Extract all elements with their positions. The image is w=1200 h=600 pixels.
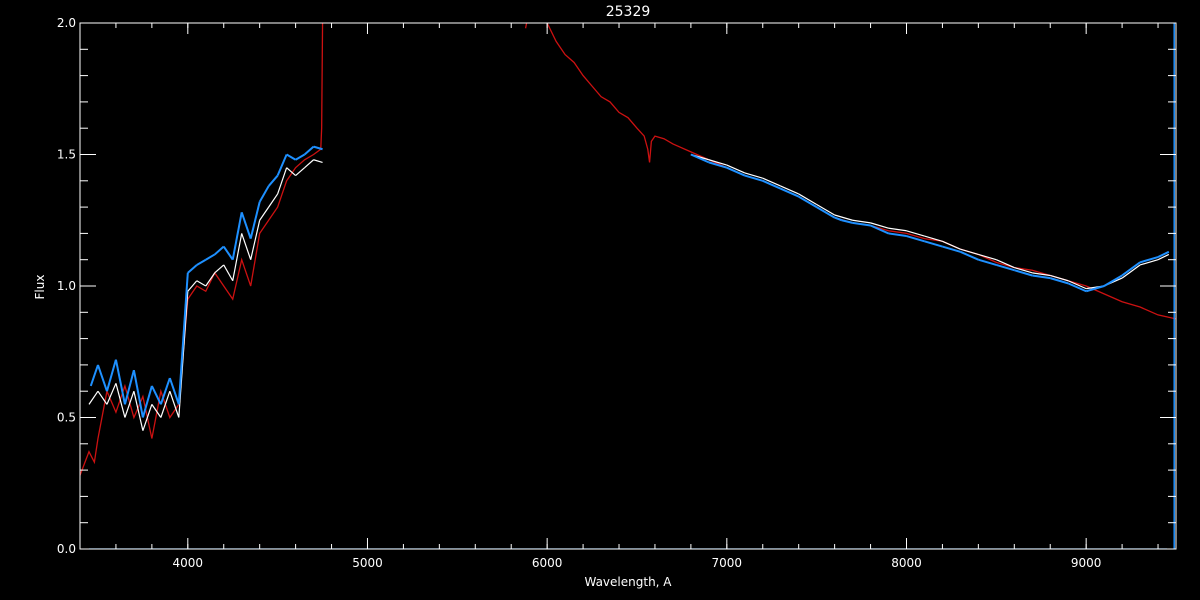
series-4-segment	[177, 272, 189, 405]
series-4-segment	[168, 377, 180, 405]
series-2-segment	[205, 272, 216, 287]
series-0-line	[80, 23, 324, 476]
chart-root: 25329 Wavelength, A Flux 4000 5000 6000 700…	[0, 0, 1200, 600]
series-4-segment	[159, 377, 171, 405]
series-4-segment	[123, 369, 135, 405]
series-2-segment	[142, 404, 153, 431]
series-5-segment	[906, 235, 925, 243]
series-4-segment	[97, 364, 108, 392]
series-4	[89, 145, 323, 418]
series-2-segment	[196, 280, 207, 287]
series-2-segment	[214, 264, 225, 274]
series-3	[690, 153, 1170, 290]
series-2-segment	[223, 264, 234, 282]
plot-frame	[79, 22, 1177, 550]
series-2-segment	[259, 206, 270, 221]
series-4-segment	[214, 245, 225, 256]
series-5-segment	[996, 264, 1015, 272]
series-4-segment	[222, 245, 234, 261]
series-4-segment	[267, 174, 279, 187]
series-5-segment	[816, 206, 836, 219]
series-5-segment	[1139, 256, 1159, 264]
spectrum-chart: 25329 Wavelength, A Flux 4000 5000 6000 700…	[33, 4, 1177, 589]
series-5-segment	[924, 240, 943, 248]
series-5-segment	[1103, 274, 1123, 287]
x-tick-label: 9000	[1071, 556, 1102, 570]
series-3-segment	[906, 230, 925, 237]
series-4-segment	[303, 145, 315, 156]
series-2-segment	[313, 159, 323, 163]
series-2-segment	[169, 391, 180, 418]
series-4-segment	[205, 253, 216, 261]
y-axis-label: Flux	[33, 275, 47, 300]
series-5	[690, 153, 1170, 293]
x-tick-label: 8000	[891, 556, 922, 570]
x-tick-label: 5000	[352, 556, 383, 570]
chart-title: 25329	[606, 4, 651, 20]
y-tick-label: 1.0	[57, 279, 76, 293]
series-5-segment	[1014, 269, 1033, 277]
series-2-segment	[187, 280, 198, 292]
y-tick-label: 2.0	[57, 16, 76, 30]
series-4-segment	[249, 201, 261, 239]
x-tick-label: 4000	[173, 556, 204, 570]
series-4-segment	[286, 153, 297, 161]
x-tick-label: 7000	[712, 556, 743, 570]
series-5-segment	[798, 195, 818, 208]
series-4-segment	[231, 212, 243, 260]
x-tick-label: 6000	[532, 556, 563, 570]
series-2-segment	[88, 390, 99, 405]
series-2-segment	[304, 159, 314, 169]
series-2-segment	[295, 167, 305, 176]
y-tick-label: 0.0	[57, 542, 76, 556]
series-5-segment	[888, 232, 907, 238]
series-4-segment	[196, 258, 207, 266]
series-0	[80, 23, 324, 476]
y-tick-label: 0.5	[57, 411, 76, 425]
series-5-segment	[1032, 274, 1051, 280]
x-axis-label: Wavelength, A	[584, 575, 672, 589]
y-tick-label: 1.5	[57, 148, 76, 162]
series-5-segment	[1157, 250, 1170, 258]
series-5-segment	[834, 216, 843, 222]
series-1	[524, 23, 1176, 320]
series-4-segment	[89, 364, 99, 387]
series-5-segment	[744, 174, 764, 182]
series-4-segment	[258, 185, 270, 203]
series-5-segment	[1121, 261, 1141, 277]
series-5-segment	[841, 219, 853, 224]
series-5-segment	[852, 221, 871, 227]
series-1-line	[524, 23, 1176, 320]
plot-area	[80, 23, 1176, 549]
series-3-segment	[1121, 264, 1141, 279]
series-4-segment	[240, 212, 252, 239]
series-4-segment	[295, 153, 306, 161]
series-3-segment	[888, 227, 907, 232]
axes: 4000 5000 6000 7000 8000 9000 0.0 0.5 1.0 1.5 2.0	[57, 16, 1177, 570]
series-4-segment	[187, 264, 198, 274]
series-2-segment	[268, 193, 279, 208]
series-5-segment	[1049, 277, 1069, 285]
